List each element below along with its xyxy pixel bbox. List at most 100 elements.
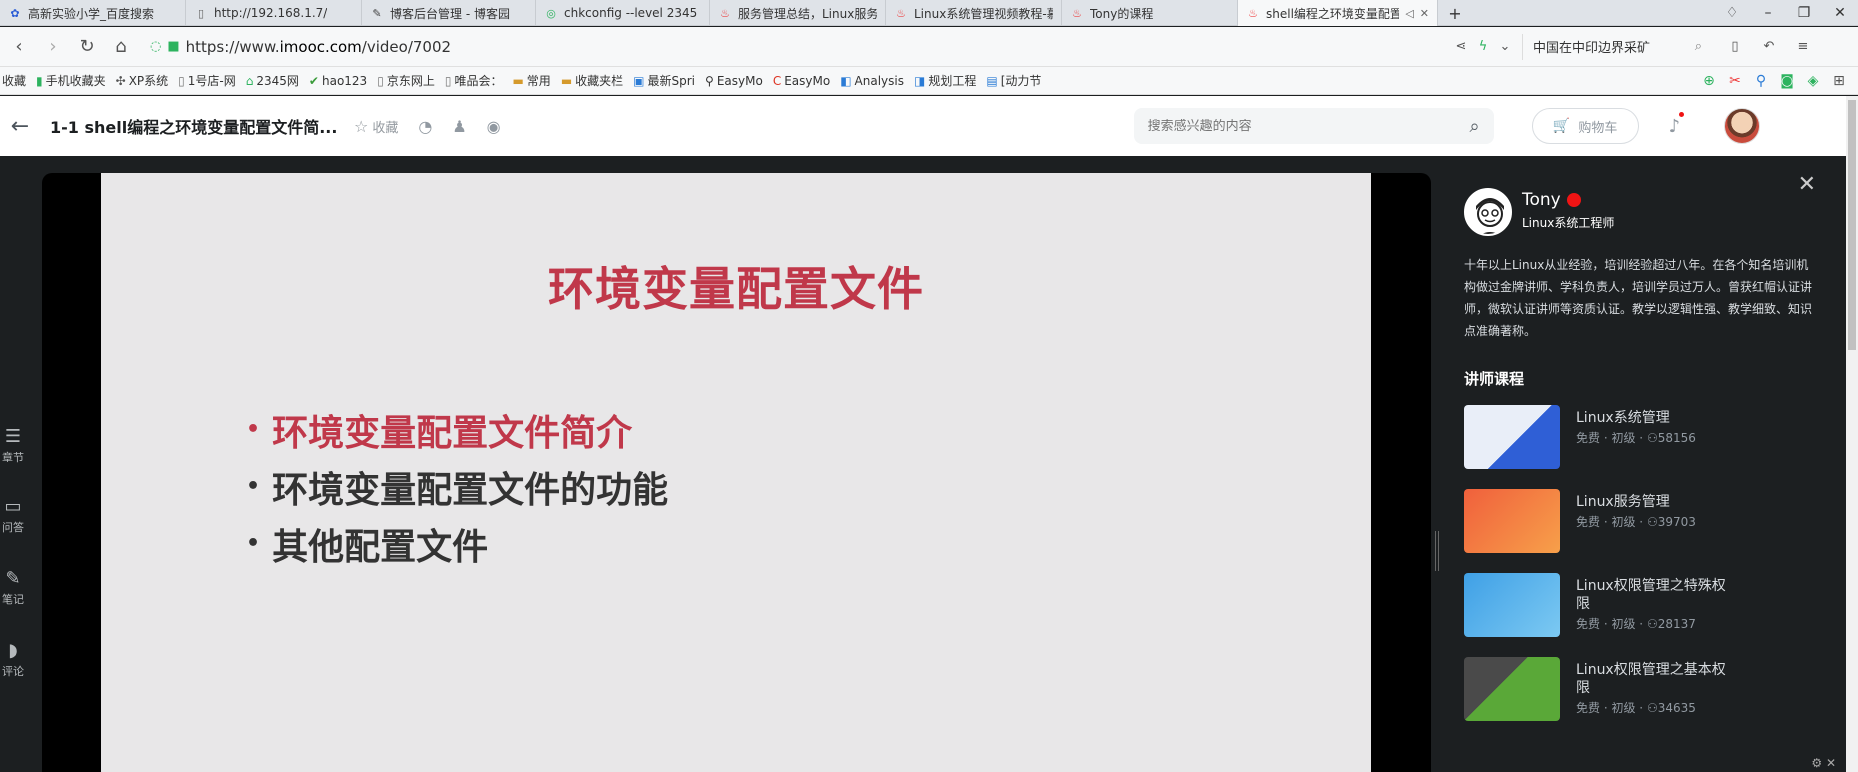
course-name: Linux服务管理: [1576, 494, 1670, 510]
secure-icon: ◌: [150, 39, 162, 54]
course-name: Linux系统管理: [1576, 410, 1670, 426]
scissors-icon[interactable]: ✂: [1722, 73, 1748, 89]
tab-label: shell编程之环境变量配置: [1266, 6, 1400, 21]
tab-cnblogs[interactable]: ✎ 博客后台管理 - 博客园: [362, 0, 536, 26]
browser-tools: ▯ ↶ ≡: [1718, 39, 1820, 54]
site-icon: ⌂: [245, 73, 254, 88]
weibo-icon[interactable]: ◉: [487, 117, 501, 136]
bookmark-item[interactable]: ⌂ 2345网: [246, 72, 299, 89]
minimize-icon[interactable]: –: [1750, 5, 1786, 21]
bookmark-item[interactable]: ▣ 最新Spri: [633, 72, 695, 89]
game-icon[interactable]: ◙: [1774, 73, 1800, 89]
user-icon: ⚇: [1646, 701, 1658, 715]
tab-ip[interactable]: ▯ http://192.168.1.7/: [186, 0, 362, 26]
bookmark-folder[interactable]: ▬ 收藏夹栏: [561, 72, 623, 89]
notification-dot: [1679, 111, 1685, 117]
bookmark-item[interactable]: ▤ [动力节: [986, 72, 1041, 89]
user-avatar[interactable]: [1724, 108, 1761, 144]
chapters-button[interactable]: ☰ 章节: [0, 426, 26, 465]
settings-icon[interactable]: ⚙: [1811, 756, 1822, 770]
verified-badge-icon: [1566, 193, 1581, 207]
bell-icon[interactable]: ♪: [1669, 111, 1685, 137]
course-card[interactable]: Linux服务管理 免费 · 初级 · ⚇39703: [1464, 489, 1834, 553]
magnifier-icon[interactable]: ⚲: [1748, 73, 1774, 89]
tab-service-summary[interactable]: ♨ 服务管理总结，Linux服务管: [710, 0, 886, 26]
course-card[interactable]: Linux权限管理之特殊权限 免费 · 初级 · ⚇28137: [1464, 573, 1834, 637]
page-scrollbar[interactable]: [1846, 96, 1858, 772]
notes-button[interactable]: ✎ 笔记: [0, 568, 26, 607]
bookmark-item[interactable]: ▮ 手机收藏夹: [36, 72, 106, 89]
extension-icon[interactable]: ⊕: [1696, 73, 1722, 89]
menu-icon[interactable]: ≡: [1786, 39, 1820, 54]
wechat-icon[interactable]: ◔: [418, 117, 432, 136]
course-name: Linux权限管理之特殊权限: [1576, 578, 1726, 612]
speaker-icon[interactable]: ◁: [1405, 7, 1413, 20]
lightning-icon[interactable]: ϟ: [1472, 39, 1494, 54]
grid-icon[interactable]: ⊞: [1826, 73, 1852, 89]
bookmark-item[interactable]: ◨ 规划工程: [914, 72, 976, 89]
tab-chkconfig[interactable]: ◎ chkconfig --level 2345 htt: [536, 0, 710, 26]
bookmark-item[interactable]: C EasyMo: [773, 74, 830, 88]
comments-button[interactable]: ◗ 评论: [0, 640, 26, 679]
comment-icon: ◗: [8, 640, 18, 661]
course-thumbnail: [1464, 657, 1560, 721]
qq-icon[interactable]: ♟: [452, 117, 466, 136]
bullet-item: • 环境变量配置文件的功能: [246, 469, 669, 511]
home-icon[interactable]: ⌂: [106, 36, 136, 57]
phone-icon[interactable]: ▯: [1718, 39, 1752, 54]
close-icon[interactable]: ✕: [1420, 7, 1429, 20]
bookmark-item[interactable]: ✔ hao123: [309, 74, 367, 88]
tab-label: 服务管理总结，Linux服务管: [738, 6, 877, 21]
back-icon[interactable]: ‹: [4, 36, 34, 57]
chat-bubble-icon: ▭: [4, 496, 22, 517]
search-input[interactable]: [1147, 118, 1448, 134]
forward-icon[interactable]: ›: [38, 36, 68, 57]
skin-icon[interactable]: ♢: [1714, 5, 1750, 21]
shield-icon[interactable]: ◈: [1800, 73, 1826, 89]
restore-icon[interactable]: ❐: [1786, 5, 1822, 21]
teacher-description: 十年以上Linux从业经验，培训经验超过八年。在各个知名培训机构做过金牌讲师、学…: [1464, 258, 1813, 338]
window-controls: ♢ – ❐ ✕: [1714, 0, 1858, 26]
bookmarks-bar: 收藏 ▮ 手机收藏夹 ✣ XP系统 ▯ 1号店-网 ⌂ 2345网 ✔ hao123 ▯ 京…: [0, 67, 1858, 95]
undo-icon[interactable]: ↶: [1752, 39, 1786, 54]
fire-icon: ♨: [896, 6, 906, 20]
course-card[interactable]: Linux系统管理 免费 · 初级 · ⚇58156: [1464, 405, 1834, 469]
chevron-down-icon[interactable]: ⌄: [1494, 39, 1516, 54]
cart-label: 购物车: [1578, 120, 1618, 136]
folder-icon: ▬: [560, 73, 573, 88]
teacher-avatar[interactable]: [1464, 188, 1512, 236]
bookmark-item[interactable]: ▯ 唯品会：: [445, 72, 503, 89]
search-icon[interactable]: ⌕: [1695, 39, 1702, 54]
bookmark-item[interactable]: 收藏: [2, 72, 26, 89]
course-card[interactable]: Linux权限管理之基本权限 免费 · 初级 · ⚇34635: [1464, 657, 1834, 721]
bookmark-item[interactable]: ◧ Analysis: [840, 74, 904, 88]
qa-button[interactable]: ▭ 问答: [0, 496, 26, 535]
cart-button[interactable]: 🛒 购物车: [1531, 108, 1639, 144]
url-field[interactable]: ◌ ■ https://www.imooc.com/video/7002: [150, 33, 1440, 61]
course-thumbnail: [1464, 489, 1560, 553]
scrollbar-thumb[interactable]: [1848, 100, 1856, 350]
search-icon[interactable]: ⌕: [1470, 116, 1480, 137]
new-tab-button[interactable]: +: [1438, 0, 1472, 26]
bookmark-item[interactable]: ✣ XP系统: [116, 72, 169, 89]
close-small-icon[interactable]: ✕: [1826, 756, 1836, 770]
close-window-icon[interactable]: ✕: [1822, 5, 1858, 21]
bookmark-folder[interactable]: ▬ 常用: [512, 72, 550, 89]
bookmark-item[interactable]: ▯ 1号店-网: [178, 72, 236, 89]
reload-icon[interactable]: ↻: [72, 36, 102, 57]
search-box[interactable]: 中国在中印边界采矿 ⌕: [1522, 33, 1702, 60]
bookmark-item[interactable]: ▯ 京东网上: [377, 72, 435, 89]
back-arrow-icon[interactable]: ←: [0, 114, 40, 139]
tab-linux-course[interactable]: ♨ Linux系统管理视频教程-慕: [886, 0, 1062, 26]
course-meta: 免费 · 初级 · ⚇39703: [1576, 515, 1696, 529]
tab-shell-video[interactable]: ♨ shell编程之环境变量配置 ◁ ✕: [1238, 0, 1438, 26]
bookmark-item[interactable]: ⚲ EasyMo: [705, 74, 763, 88]
share-icon[interactable]: ⋖: [1450, 39, 1472, 54]
browser-window: ✿ 高新实验小学_百度搜索 ▯ http://192.168.1.7/ ✎ 博客…: [0, 0, 1858, 772]
tab-label: 高新实验小学_百度搜索: [28, 6, 155, 21]
collect-button[interactable]: ☆ 收藏: [354, 117, 398, 136]
video-player[interactable]: 环境变量配置文件 • 环境变量配置文件简介 • 环境变量配置文件的功能 • 其他配置文…: [42, 173, 1431, 772]
tab-tony-courses[interactable]: ♨ Tony的课程: [1062, 0, 1238, 26]
close-icon[interactable]: ✕: [1798, 172, 1816, 197]
tab-baidu[interactable]: ✿ 高新实验小学_百度搜索: [0, 0, 186, 26]
